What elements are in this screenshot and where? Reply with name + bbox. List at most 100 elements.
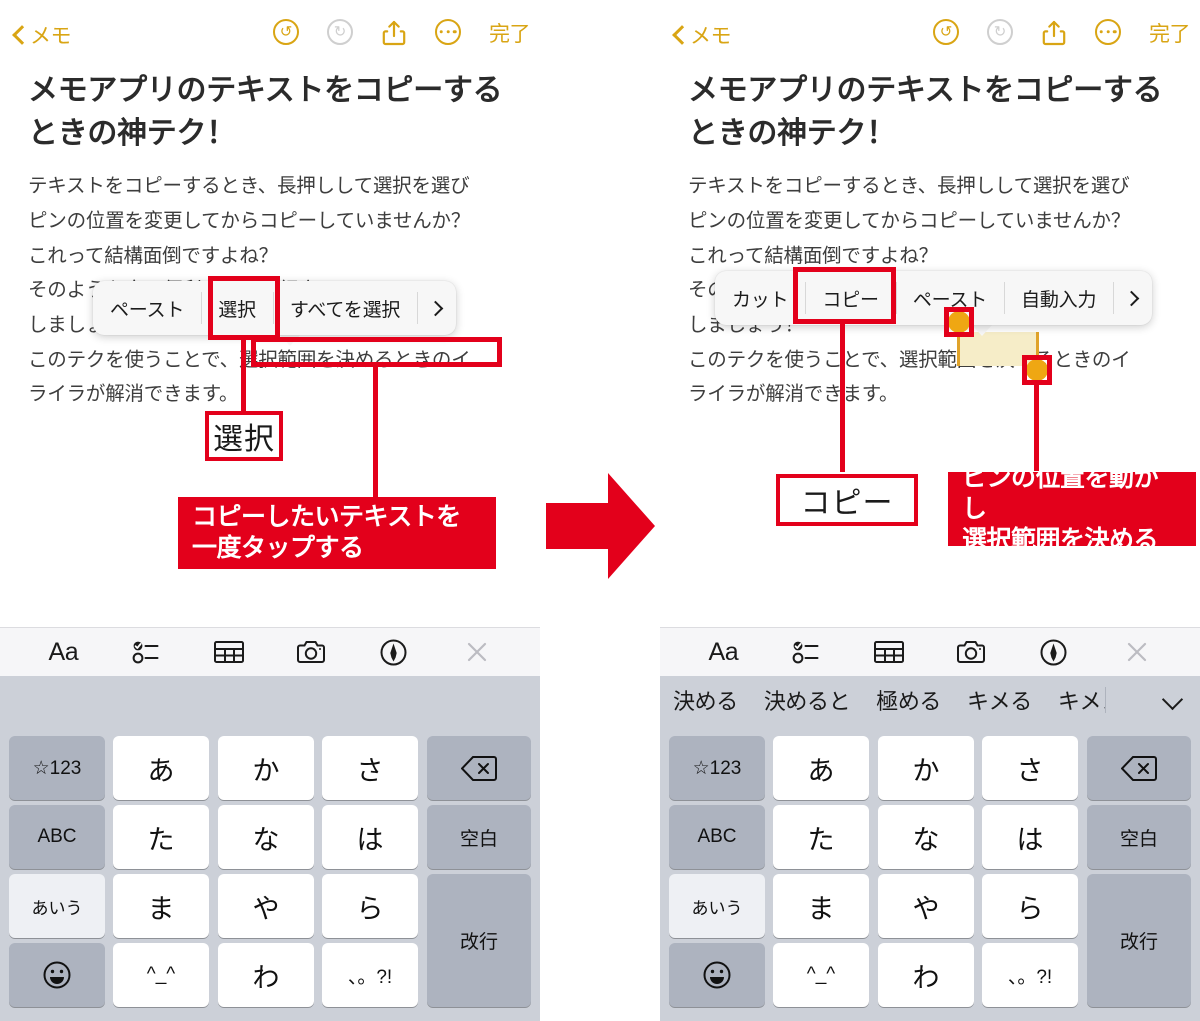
key-emoji[interactable] xyxy=(9,943,105,1007)
suggestion-item[interactable]: 決めると xyxy=(751,684,863,716)
key-ま[interactable]: ま xyxy=(773,874,869,938)
table-icon[interactable] xyxy=(867,635,911,669)
more-options-button[interactable] xyxy=(1095,19,1123,47)
key-emoji[interactable] xyxy=(669,943,765,1007)
share-button[interactable] xyxy=(381,19,409,47)
redo-button[interactable]: ↻ xyxy=(987,19,1015,47)
redo-button[interactable]: ↻ xyxy=(327,19,355,47)
done-button[interactable]: 完了 xyxy=(489,18,531,48)
camera-icon[interactable] xyxy=(289,635,333,669)
annotation-line-copy xyxy=(840,320,845,472)
suggestion-item[interactable]: キメノ xyxy=(1045,684,1105,716)
key-、。?![interactable]: 、。?! xyxy=(322,943,418,1007)
done-button[interactable]: 完了 xyxy=(1149,18,1191,48)
key-な[interactable]: な xyxy=(878,805,974,869)
suggestion-bar: 決める 決めると 極める キメる キメノ xyxy=(660,676,1200,724)
key-わ[interactable]: わ xyxy=(878,943,974,1007)
key-あ[interactable]: あ xyxy=(773,736,869,800)
key-さ[interactable]: さ xyxy=(982,736,1078,800)
key-backspace[interactable] xyxy=(427,736,531,800)
text-format-icon[interactable]: Aa xyxy=(701,635,745,669)
close-icon[interactable] xyxy=(1115,635,1159,669)
annotation-line-pin xyxy=(1034,383,1039,471)
suggestion-divider xyxy=(1104,687,1106,713)
menu-item-paste[interactable]: ペースト xyxy=(93,281,201,335)
key-た[interactable]: た xyxy=(773,805,869,869)
navigation-bar: メモ ↺ ↻ 完了 xyxy=(0,18,540,62)
key-わ[interactable]: わ xyxy=(218,943,314,1007)
banner-line: ピンの位置を動かし xyxy=(962,463,1159,523)
keyboard-toolbar-right: Aa xyxy=(660,627,1200,676)
key-^_^[interactable]: ^_^ xyxy=(773,943,869,1007)
annotation-box-target-text xyxy=(251,337,502,367)
back-to-notes-button[interactable]: メモ xyxy=(12,20,72,50)
annotation-banner-right: ピンの位置を動かし 選択範囲を決める xyxy=(948,464,1196,554)
key-ABC[interactable]: ABC xyxy=(669,805,765,869)
chevron-down-icon[interactable] xyxy=(1162,689,1184,711)
suggestion-item[interactable]: 決める xyxy=(660,684,751,716)
annotation-callout-select: 選択 xyxy=(205,411,283,461)
share-button[interactable] xyxy=(1041,19,1069,47)
key-backspace[interactable] xyxy=(1087,736,1191,800)
chevron-right-icon[interactable] xyxy=(417,281,456,335)
key-や[interactable]: や xyxy=(878,874,974,938)
key-た[interactable]: た xyxy=(113,805,209,869)
note-line: ライラが解消できます。 xyxy=(688,383,899,406)
key-空白[interactable]: 空白 xyxy=(1087,805,1191,869)
note-line: テキストをコピーするとき、長押しして選択を選び xyxy=(28,175,470,198)
nav-actions: ↺ ↻ 完了 xyxy=(273,18,531,48)
key-空白[interactable]: 空白 xyxy=(427,805,531,869)
menu-item-select-all[interactable]: すべてを選択 xyxy=(272,281,417,335)
key-な[interactable]: な xyxy=(218,805,314,869)
key-は[interactable]: は xyxy=(322,805,418,869)
markup-pen-icon[interactable] xyxy=(372,635,416,669)
suggestion-item[interactable]: キメる xyxy=(954,684,1045,716)
note-line: これって結構面倒ですよね？ xyxy=(28,244,278,267)
annotation-box-pin-end xyxy=(1022,355,1052,385)
text-format-icon[interactable]: Aa xyxy=(41,635,85,669)
close-icon[interactable] xyxy=(455,635,499,669)
key-、。?![interactable]: 、。?! xyxy=(982,943,1078,1007)
checklist-icon[interactable] xyxy=(784,635,828,669)
key-改行[interactable]: 改行 xyxy=(427,874,531,1007)
undo-button[interactable]: ↺ xyxy=(933,19,961,47)
back-to-notes-button[interactable]: メモ xyxy=(672,20,732,50)
keyboard-right: 決める 決めると 極める キメる キメノ ☆123あかさ ABCたなは空白あいうま… xyxy=(660,676,1200,1021)
checklist-icon[interactable] xyxy=(124,635,168,669)
table-icon[interactable] xyxy=(207,635,251,669)
more-options-button[interactable] xyxy=(435,19,463,47)
menu-item-cut[interactable]: カット xyxy=(715,271,805,325)
key-あいう[interactable]: あいう xyxy=(9,874,105,938)
key-か[interactable]: か xyxy=(218,736,314,800)
key-改行[interactable]: 改行 xyxy=(1087,874,1191,1007)
markup-pen-icon[interactable] xyxy=(1032,635,1076,669)
suggestion-item[interactable]: 極める xyxy=(863,684,954,716)
key-ら[interactable]: ら xyxy=(982,874,1078,938)
key-ABC[interactable]: ABC xyxy=(9,805,105,869)
chevron-right-icon[interactable] xyxy=(1113,271,1152,325)
menu-item-autofill[interactable]: 自動入力 xyxy=(1004,271,1113,325)
key-ま[interactable]: ま xyxy=(113,874,209,938)
undo-button[interactable]: ↺ xyxy=(273,19,301,47)
key-あいう[interactable]: あいう xyxy=(669,874,765,938)
camera-icon[interactable] xyxy=(949,635,993,669)
key-^_^[interactable]: ^_^ xyxy=(113,943,209,1007)
key-か[interactable]: か xyxy=(878,736,974,800)
annotation-box-select xyxy=(208,276,280,340)
key-や[interactable]: や xyxy=(218,874,314,938)
note-title: メモアプリのテキストをコピーするときの神テク！ xyxy=(28,74,503,150)
screenshot-root: メモ ↺ ↻ 完了 メモアプリのテキストをコピーするときの神テク！ テキストをコ… xyxy=(0,0,1200,1021)
key-ら[interactable]: ら xyxy=(322,874,418,938)
right-phone-screen: メモ ↺ ↻ 完了 メモアプリのテキストをコピーするときの神テク！ テキストをコ… xyxy=(660,0,1200,1021)
key-は[interactable]: は xyxy=(982,805,1078,869)
banner-line: 選択範囲を決める xyxy=(962,525,1159,554)
nav-actions: ↺ ↻ 完了 xyxy=(933,18,1191,48)
note-line: ライラが解消できます。 xyxy=(28,383,239,406)
key-☆123[interactable]: ☆123 xyxy=(9,736,105,800)
key-あ[interactable]: あ xyxy=(113,736,209,800)
annotation-banner-left: コピーしたいテキストを 一度タップする xyxy=(178,497,496,569)
key-☆123[interactable]: ☆123 xyxy=(669,736,765,800)
key-さ[interactable]: さ xyxy=(322,736,418,800)
note-line: テキストをコピーするとき、長押しして選択を選び xyxy=(688,175,1130,198)
note-line: ピンの位置を変更してからコピーしていませんか？ xyxy=(688,209,1131,232)
